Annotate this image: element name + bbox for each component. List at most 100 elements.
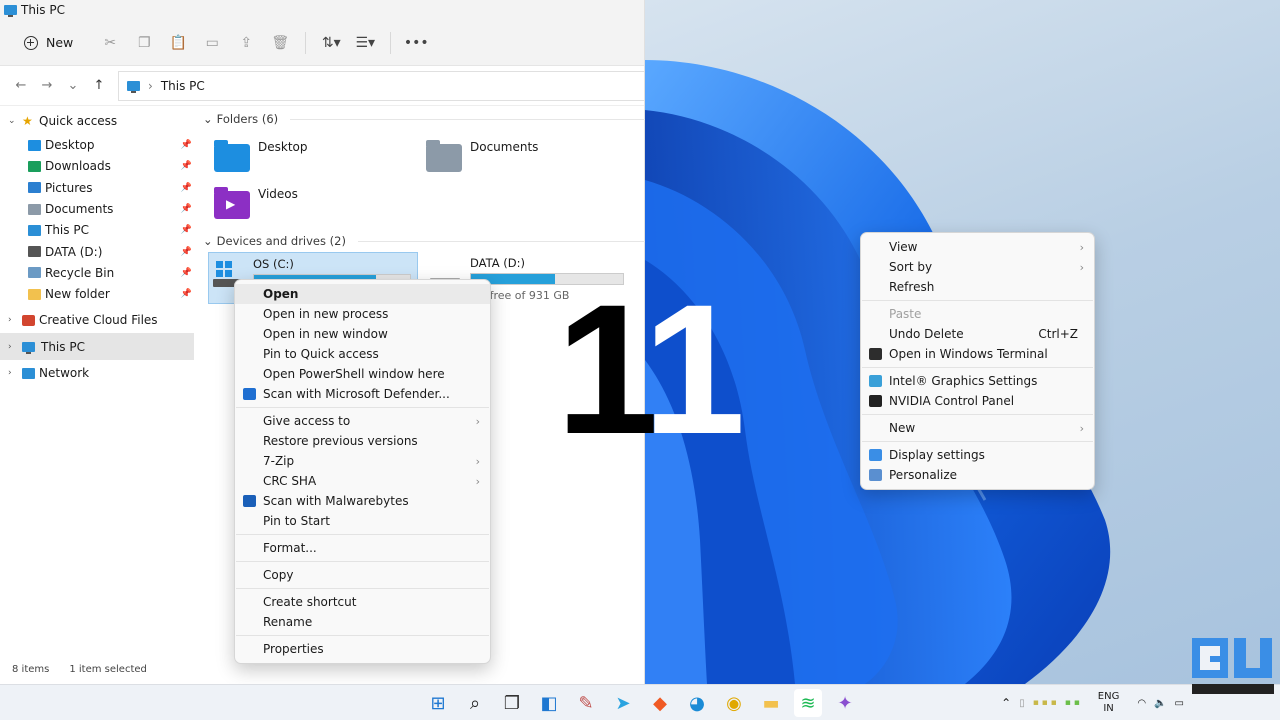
- menu-item[interactable]: Copy: [235, 565, 490, 585]
- volume-icon[interactable]: 🔈: [1154, 698, 1166, 709]
- sidebar-item-pinned[interactable]: New folder 📌: [0, 284, 198, 305]
- menu-item[interactable]: Open: [235, 284, 490, 304]
- widgets-icon[interactable]: ◧: [535, 689, 563, 717]
- pin-icon[interactable]: 📌: [181, 140, 192, 150]
- pin-icon[interactable]: 📌: [181, 247, 192, 257]
- drives-group-header[interactable]: ⌄ Devices and drives (2): [200, 232, 645, 250]
- menu-item[interactable]: Sort by ›: [861, 257, 1094, 277]
- sidebar-item-pinned[interactable]: Pictures 📌: [0, 177, 198, 198]
- breadcrumb[interactable]: This PC: [161, 79, 205, 93]
- edge-icon[interactable]: ◕: [683, 689, 711, 717]
- sidebar-item-label: This PC: [45, 223, 89, 238]
- folder-documents[interactable]: Documents: [412, 134, 624, 181]
- telegram-icon[interactable]: ➤: [609, 689, 637, 717]
- rename-icon[interactable]: ▭: [197, 28, 227, 58]
- folder-videos[interactable]: Videos: [200, 181, 412, 228]
- pin-icon[interactable]: 📌: [181, 225, 192, 235]
- wifi-icon[interactable]: ◠: [1137, 698, 1146, 709]
- chevron-down-icon[interactable]: ⌄: [203, 234, 213, 248]
- sidebar-item-pinned[interactable]: Downloads 📌: [0, 156, 198, 177]
- menu-item[interactable]: View ›: [861, 237, 1094, 257]
- chevron-up-icon[interactable]: ⌃: [1001, 696, 1011, 710]
- menu-item[interactable]: Rename: [235, 612, 490, 632]
- menu-item[interactable]: Open in Windows Terminal: [861, 344, 1094, 364]
- chevron-right-icon[interactable]: ›: [8, 368, 22, 378]
- sidebar-item-pinned[interactable]: Desktop 📌: [0, 135, 198, 156]
- tray-app-icon[interactable]: ▯: [1019, 698, 1025, 709]
- menu-item[interactable]: New ›: [861, 418, 1094, 438]
- menu-item[interactable]: Properties: [235, 639, 490, 659]
- menu-item[interactable]: NVIDIA Control Panel: [861, 391, 1094, 411]
- pin-icon[interactable]: 📌: [181, 289, 192, 299]
- pin-icon[interactable]: 📌: [181, 161, 192, 171]
- view-icon[interactable]: ☰▾: [350, 28, 380, 58]
- sidebar-item-this-pc[interactable]: › This PC: [0, 333, 194, 360]
- folders-group-header[interactable]: ⌄ Folders (6): [200, 110, 645, 128]
- sidebar-item-pinned[interactable]: Documents 📌: [0, 198, 198, 219]
- up-icon[interactable]: ↑: [86, 73, 112, 99]
- new-button[interactable]: New: [16, 31, 81, 54]
- pin-icon[interactable]: 📌: [181, 268, 192, 278]
- menu-item[interactable]: Create shortcut: [235, 592, 490, 612]
- sidebar-item-pinned[interactable]: This PC 📌: [0, 220, 198, 241]
- defender-shield-icon: [243, 388, 256, 400]
- copy-icon[interactable]: ❐: [129, 28, 159, 58]
- pictures-icon: [28, 182, 41, 194]
- menu-item[interactable]: Scan with Malwarebytes: [235, 491, 490, 511]
- forward-icon[interactable]: →: [34, 73, 60, 99]
- chevron-right-icon[interactable]: ›: [8, 342, 22, 352]
- back-icon[interactable]: ←: [8, 73, 34, 99]
- share-icon[interactable]: ⇪: [231, 28, 261, 58]
- sidebar-item-pinned[interactable]: Recycle Bin 📌: [0, 262, 198, 283]
- menu-item[interactable]: Pin to Start: [235, 511, 490, 531]
- chevron-down-icon[interactable]: ⌄: [8, 116, 22, 126]
- pin-icon[interactable]: 📌: [181, 183, 192, 193]
- sidebar-item-network[interactable]: › Network: [0, 360, 198, 387]
- brave-icon[interactable]: ◆: [646, 689, 674, 717]
- menu-item[interactable]: Give access to ›: [235, 411, 490, 431]
- paste-icon[interactable]: 📋: [163, 28, 193, 58]
- menu-item[interactable]: Personalize: [861, 465, 1094, 485]
- menu-item[interactable]: Display settings: [861, 445, 1094, 465]
- menu-item[interactable]: Open in new process: [235, 304, 490, 324]
- sidebar-item-creative-cloud[interactable]: › Creative Cloud Files: [0, 307, 198, 334]
- menu-item[interactable]: Open PowerShell window here: [235, 364, 490, 384]
- chrome-icon[interactable]: ◉: [720, 689, 748, 717]
- creative-cloud-icon: [22, 314, 35, 326]
- more-options-icon[interactable]: •••: [401, 28, 431, 58]
- menu-item[interactable]: Paste: [861, 304, 1094, 324]
- menu-item[interactable]: Intel® Graphics Settings: [861, 371, 1094, 391]
- menu-item[interactable]: Open in new window: [235, 324, 490, 344]
- language-indicator[interactable]: ENG IN: [1098, 691, 1120, 715]
- search-icon[interactable]: ⌕: [461, 689, 489, 717]
- chevron-right-icon[interactable]: ›: [8, 315, 22, 325]
- menu-item[interactable]: Format...: [235, 538, 490, 558]
- menu-item[interactable]: Refresh: [861, 277, 1094, 297]
- file-explorer-icon[interactable]: ▬: [757, 689, 785, 717]
- start-icon[interactable]: ⊞: [424, 689, 452, 717]
- folder-desktop[interactable]: Desktop: [200, 134, 412, 181]
- tray-app-icon[interactable]: ▪ ▪ ▪: [1033, 698, 1057, 708]
- chevron-right-icon: ›: [1079, 421, 1084, 435]
- menu-item[interactable]: Undo Delete Ctrl+Z: [861, 324, 1094, 344]
- menu-item[interactable]: CRC SHA ›: [235, 471, 490, 491]
- sort-icon[interactable]: ⇅▾: [316, 28, 346, 58]
- task-view-icon[interactable]: ❐: [498, 689, 526, 717]
- address-bar[interactable]: › This PC: [118, 70, 644, 101]
- menu-item[interactable]: Restore previous versions: [235, 431, 490, 451]
- pin-icon[interactable]: 📌: [181, 204, 192, 214]
- menu-item[interactable]: Scan with Microsoft Defender...: [235, 384, 490, 404]
- sidebar-item-pinned[interactable]: DATA (D:) 📌: [0, 241, 198, 262]
- sidebar-item-quick-access[interactable]: ⌄ ★ Quick access: [0, 108, 198, 135]
- cut-icon[interactable]: ✂: [95, 28, 125, 58]
- recent-locations-icon[interactable]: ⌄: [60, 73, 86, 99]
- app-icon[interactable]: ✦: [831, 689, 859, 717]
- battery-icon[interactable]: ▭: [1175, 698, 1184, 709]
- chevron-down-icon[interactable]: ⌄: [203, 112, 213, 126]
- paint-icon[interactable]: ✎: [572, 689, 600, 717]
- delete-icon[interactable]: 🗑: [265, 28, 295, 58]
- tray-app-icon[interactable]: ▪ ▪: [1065, 698, 1080, 708]
- menu-item[interactable]: 7-Zip ›: [235, 451, 490, 471]
- menu-item[interactable]: Pin to Quick access: [235, 344, 490, 364]
- spotify-icon[interactable]: ≋: [794, 689, 822, 717]
